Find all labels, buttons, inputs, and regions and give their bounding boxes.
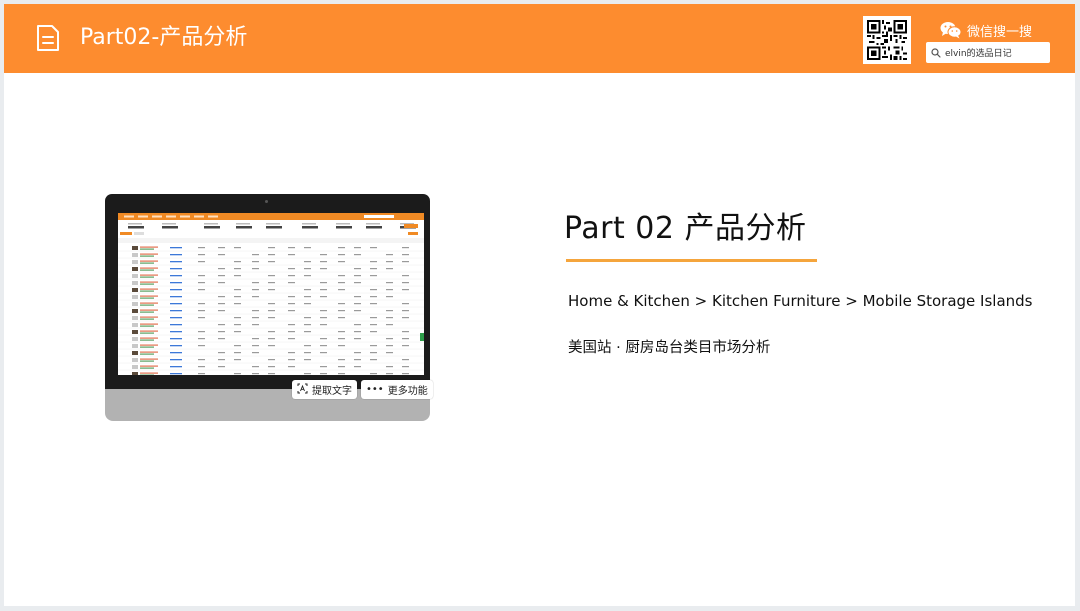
extract-text-button[interactable]: 提取文字 (292, 380, 357, 399)
search-icon (931, 47, 941, 58)
market-caption: 美国站 · 厨房岛台类目市场分析 (568, 340, 771, 356)
category-breadcrumb: Home & Kitchen > Kitchen Furniture > Mob… (568, 292, 1033, 310)
more-dots-icon: ••• (366, 384, 384, 395)
more-functions-button[interactable]: ••• 更多功能 (361, 380, 433, 399)
laptop-screenshot-image: 提取文字 ••• 更多功能 (105, 194, 433, 421)
camera-dot (265, 200, 268, 203)
wechat-search-box[interactable]: elvin的选品日记 (926, 42, 1050, 63)
laptop-screen (118, 213, 424, 375)
extract-text-label: 提取文字 (312, 386, 352, 397)
qr-code-icon (863, 16, 911, 64)
section-heading: Part 02 产品分析 (564, 211, 807, 246)
page-title: Part02-产品分析 (80, 25, 248, 50)
product-table-thumbnail (118, 213, 424, 375)
slide: Part02-产品分析 微信搜一搜 elvin的选品日记 提取文字 ••• 更多… (4, 4, 1075, 606)
wechat-search-brand: 微信搜一搜 (940, 19, 1032, 41)
wechat-search-label: 微信搜一搜 (967, 24, 1033, 40)
header-bar: Part02-产品分析 微信搜一搜 elvin的选品日记 (4, 4, 1075, 73)
heading-underline (566, 259, 817, 262)
document-icon (37, 25, 59, 51)
more-functions-label: 更多功能 (387, 386, 428, 397)
wechat-icon (940, 22, 962, 39)
laptop-bezel (105, 194, 430, 389)
search-query-text: elvin的选品日记 (945, 49, 1012, 59)
text-extract-icon (297, 383, 308, 397)
